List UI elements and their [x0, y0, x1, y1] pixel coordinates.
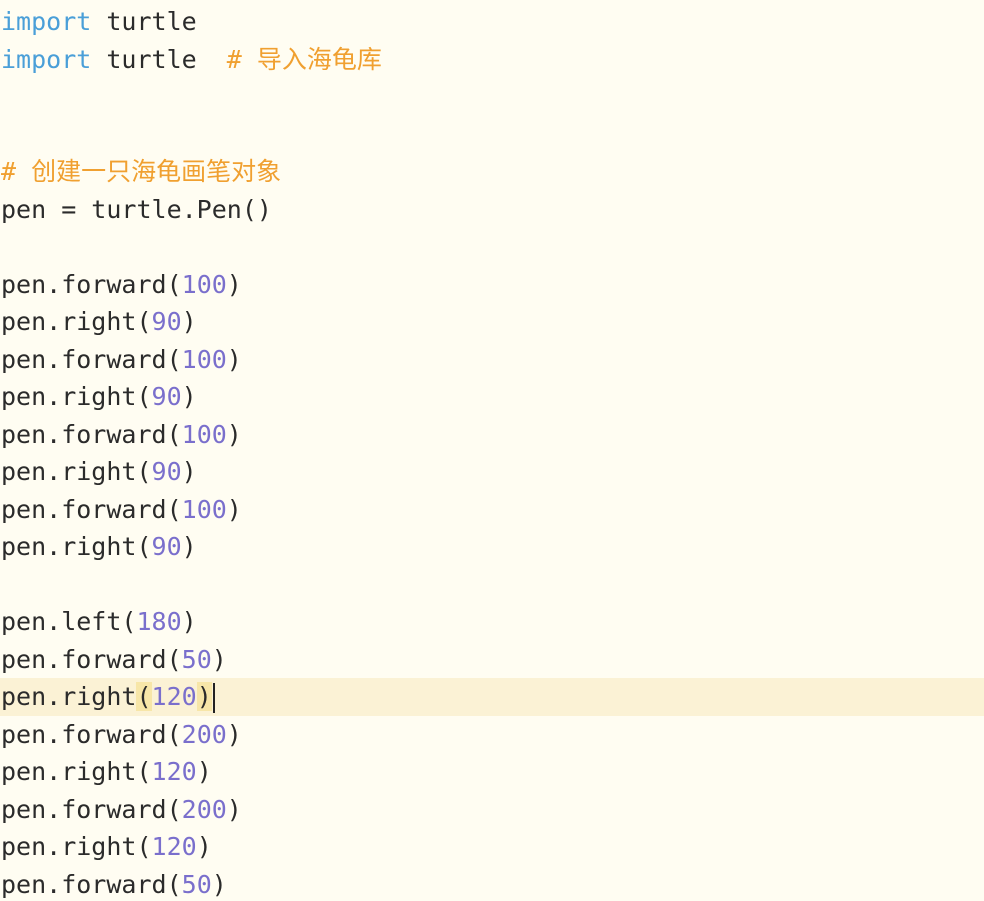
number-literal: 90 [151, 532, 182, 561]
number-literal: 50 [181, 644, 212, 674]
close-paren: ) [211, 644, 227, 674]
open-paren: ( [166, 494, 182, 524]
function-call: pen.forward [1, 269, 167, 299]
code-line[interactable]: pen.forward(100) [0, 266, 984, 304]
open-paren: ( [166, 269, 182, 299]
close-paren: ) [226, 794, 242, 824]
open-paren: ( [166, 869, 182, 899]
open-paren: ( [136, 532, 152, 561]
open-paren: ( [166, 419, 182, 449]
open-paren: ( [136, 307, 152, 336]
number-literal: 120 [151, 757, 197, 786]
function-call: pen.forward [1, 344, 167, 374]
keyword-import: import [1, 7, 92, 36]
code-editor[interactable]: import turtle import turtle # 导入海龟库 # 创建一只… [0, 0, 984, 901]
close-paren: ) [181, 607, 197, 636]
open-paren: ( [166, 794, 182, 824]
close-paren: ) [181, 382, 197, 411]
text-cursor [212, 683, 215, 713]
function-call: pen.forward [1, 719, 167, 749]
function-call: pen.right [1, 382, 137, 411]
code-line[interactable] [0, 78, 984, 116]
code-line[interactable]: pen.right(90) [0, 528, 984, 566]
code-line[interactable] [0, 228, 984, 266]
open-paren: ( [136, 757, 152, 786]
code-line[interactable] [0, 116, 984, 154]
function-call: pen.right [1, 832, 137, 861]
open-paren: ( [136, 682, 152, 711]
function-call: pen.right [1, 682, 137, 711]
open-paren: ( [166, 644, 182, 674]
function-call: pen.right [1, 757, 137, 786]
keyword-import: import [1, 44, 92, 74]
close-paren: ) [181, 307, 197, 336]
number-literal: 100 [181, 494, 227, 524]
code-line[interactable]: pen.forward(50) [0, 641, 984, 679]
code-line[interactable]: pen.right(120) [0, 828, 984, 866]
open-paren: ( [136, 382, 152, 411]
close-paren: ) [226, 419, 242, 449]
number-literal: 100 [181, 419, 227, 449]
open-paren: ( [136, 832, 152, 861]
code-line[interactable]: pen.forward(100) [0, 416, 984, 454]
code-line[interactable]: # 创建一只海龟画笔对象 [0, 153, 984, 191]
close-paren: ) [196, 682, 212, 711]
close-paren: ) [181, 457, 197, 486]
code-line[interactable]: pen.left(180) [0, 603, 984, 641]
function-call: pen.forward [1, 869, 167, 899]
number-literal: 90 [151, 457, 182, 486]
code-comment: # 导入海龟库 [226, 44, 382, 74]
number-literal: 100 [181, 269, 227, 299]
function-call: pen.right [1, 307, 137, 336]
code-line[interactable]: pen.forward(100) [0, 341, 984, 379]
close-paren: ) [196, 757, 212, 786]
number-literal: 90 [151, 307, 182, 336]
function-call: pen.forward [1, 644, 167, 674]
close-paren: ) [226, 344, 242, 374]
code-line[interactable]: pen.forward(100) [0, 491, 984, 529]
open-paren: ( [166, 344, 182, 374]
number-literal: 120 [151, 682, 197, 711]
number-literal: 180 [136, 607, 182, 636]
code-line[interactable]: pen.right(90) [0, 303, 984, 341]
close-paren: ) [181, 532, 197, 561]
close-paren: ) [226, 494, 242, 524]
function-call: pen.left [1, 607, 122, 636]
code-line[interactable]: pen.right(120) [0, 753, 984, 791]
open-paren: ( [166, 719, 182, 749]
code-line[interactable]: pen = turtle.Pen() [0, 191, 984, 229]
code-line[interactable]: pen.forward(50) [0, 866, 984, 901]
number-literal: 200 [181, 794, 227, 824]
number-literal: 120 [151, 832, 197, 861]
function-call: pen.right [1, 457, 137, 486]
module-name: turtle [106, 7, 197, 36]
number-literal: 50 [181, 869, 212, 899]
number-literal: 90 [151, 382, 182, 411]
code-line[interactable]: pen.right(90) [0, 378, 984, 416]
module-name: turtle [106, 44, 197, 74]
code-line[interactable]: pen.forward(200) [0, 791, 984, 829]
code-line[interactable]: pen.forward(200) [0, 716, 984, 754]
code-line[interactable]: import turtle # 导入海龟库 [0, 41, 984, 79]
close-paren: ) [226, 269, 242, 299]
number-literal: 100 [181, 344, 227, 374]
function-call: pen.forward [1, 419, 167, 449]
function-call: pen.right [1, 532, 137, 561]
close-paren: ) [211, 869, 227, 899]
open-paren: ( [121, 607, 137, 636]
code-line-current[interactable]: pen.right(120) [0, 678, 984, 716]
number-literal: 200 [181, 719, 227, 749]
close-paren: ) [196, 832, 212, 861]
code-line[interactable]: pen.right(90) [0, 453, 984, 491]
function-call: pen.forward [1, 494, 167, 524]
code-line[interactable]: import turtle [0, 3, 984, 41]
code-comment: # 创建一只海龟画笔对象 [1, 157, 282, 186]
code-line[interactable] [0, 566, 984, 604]
open-paren: ( [136, 457, 152, 486]
code-statement: pen = turtle.Pen() [1, 194, 272, 224]
function-call: pen.forward [1, 794, 167, 824]
close-paren: ) [226, 719, 242, 749]
